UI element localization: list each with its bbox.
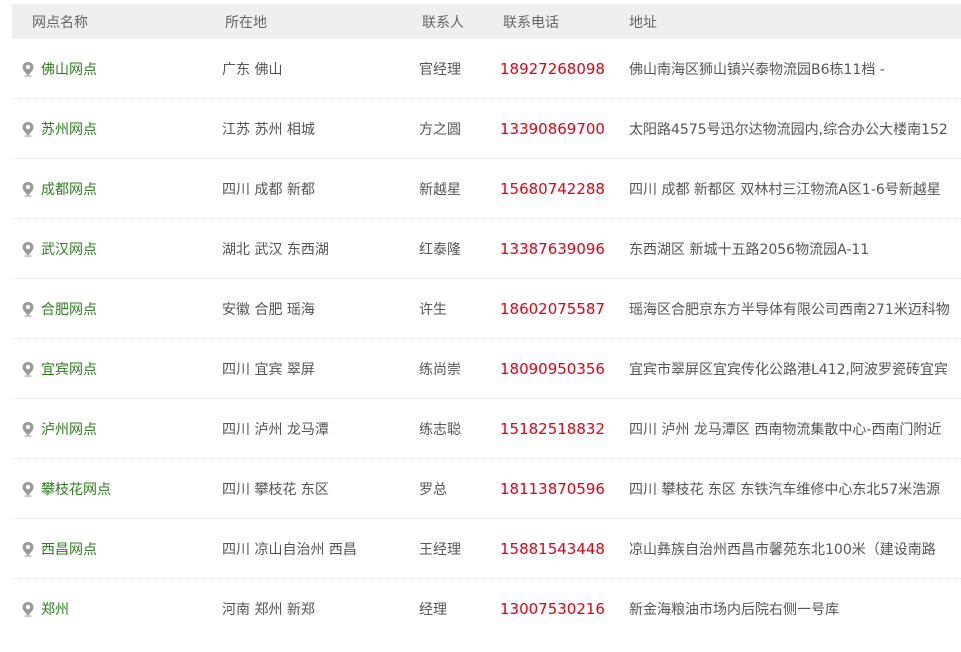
branch-name-cell: 成都网点 bbox=[21, 179, 211, 199]
address-cell: 东西湖区 新城十五路2056物流园A-11 bbox=[629, 241, 870, 258]
location-pin-icon bbox=[21, 241, 35, 257]
location-pin-icon bbox=[21, 601, 35, 617]
table-row: 武汉网点 湖北 武汉 东西湖 红泰隆 13387639096 东西湖区 新城十五路205… bbox=[12, 219, 961, 279]
header-location: 所在地 bbox=[225, 14, 267, 31]
header-branch-name: 网点名称 bbox=[32, 14, 88, 31]
location-cell: 河南 郑州 新郑 bbox=[222, 602, 315, 618]
branch-name-cell: 武汉网点 bbox=[21, 239, 211, 259]
table-row: 苏州网点 江苏 苏州 相城 方之圆 13390869700 太阳路4575号迅尔达物流园… bbox=[12, 99, 961, 159]
contact-cell: 官经理 bbox=[419, 61, 461, 78]
location-pin-icon bbox=[21, 421, 35, 437]
contact-cell: 王经理 bbox=[419, 541, 461, 558]
contact-cell: 红泰隆 bbox=[419, 241, 461, 258]
branch-name-cell: 西昌网点 bbox=[21, 539, 211, 559]
branch-name-link[interactable]: 武汉网点 bbox=[41, 239, 97, 259]
table-row: 宜宾网点 四川 宜宾 翠屏 练尚崇 18090950356 宜宾市翠屏区宜宾传化公路港L… bbox=[12, 339, 961, 399]
phone-cell: 18090950356 bbox=[500, 359, 605, 378]
location-pin-icon bbox=[21, 61, 35, 77]
table-body: 佛山网点 广东 佛山 官经理 18927268098 佛山南海区狮山镇兴泰物流园B6栋1… bbox=[12, 39, 961, 639]
branch-name-link[interactable]: 泸州网点 bbox=[41, 419, 97, 439]
location-cell: 江苏 苏州 相城 bbox=[222, 121, 315, 138]
contact-cell: 新越星 bbox=[419, 181, 461, 198]
table-row: 西昌网点 四川 凉山自治州 西昌 王经理 15881543448 凉山彝族自治州西昌市馨… bbox=[12, 519, 961, 579]
branch-name-link[interactable]: 成都网点 bbox=[41, 179, 97, 199]
address-cell: 四川 攀枝花 东区 东铁汽车维修中心东北57米浩源 bbox=[629, 481, 941, 498]
address-cell: 佛山南海区狮山镇兴泰物流园B6栋11档 - bbox=[629, 61, 885, 78]
table-row: 攀枝花网点 四川 攀枝花 东区 罗总 18113870596 四川 攀枝花 东区 东铁汽… bbox=[12, 459, 961, 519]
table-header: 网点名称 所在地 联系人 联系电话 地址 bbox=[12, 4, 961, 39]
location-cell: 四川 成都 新都 bbox=[222, 181, 315, 198]
branch-name-link[interactable]: 合肥网点 bbox=[41, 299, 97, 319]
location-cell: 四川 宜宾 翠屏 bbox=[222, 361, 315, 378]
header-address: 地址 bbox=[629, 14, 657, 31]
branch-name-cell: 合肥网点 bbox=[21, 299, 211, 319]
contact-cell: 练尚崇 bbox=[419, 361, 461, 378]
branch-name-link[interactable]: 佛山网点 bbox=[41, 59, 97, 79]
phone-cell: 13390869700 bbox=[500, 119, 605, 138]
phone-cell: 15881543448 bbox=[500, 539, 605, 558]
phone-cell: 18602075587 bbox=[500, 299, 605, 318]
location-pin-icon bbox=[21, 541, 35, 557]
location-cell: 安徽 合肥 瑶海 bbox=[222, 301, 315, 318]
location-cell: 湖北 武汉 东西湖 bbox=[222, 241, 329, 258]
phone-cell: 13007530216 bbox=[500, 600, 605, 618]
table-row: 成都网点 四川 成都 新都 新越星 15680742288 四川 成都 新都区 双林村三… bbox=[12, 159, 961, 219]
address-cell: 凉山彝族自治州西昌市馨苑东北100米（建设南路 bbox=[629, 541, 936, 558]
address-cell: 瑶海区合肥京东方半导体有限公司西南271米迈科物 bbox=[629, 301, 950, 318]
branch-name-cell: 泸州网点 bbox=[21, 419, 211, 439]
address-cell: 宜宾市翠屏区宜宾传化公路港L412,阿波罗瓷砖宜宾 bbox=[629, 361, 948, 378]
table-row: 泸州网点 四川 泸州 龙马潭 练志聪 15182518832 四川 泸州 龙马潭区 西南… bbox=[12, 399, 961, 459]
contact-cell: 练志聪 bbox=[419, 421, 461, 438]
header-contact: 联系人 bbox=[422, 14, 464, 31]
branch-name-cell: 郑州 bbox=[21, 599, 211, 619]
branch-name-link[interactable]: 攀枝花网点 bbox=[41, 479, 111, 499]
location-cell: 四川 泸州 龙马潭 bbox=[222, 421, 329, 438]
branch-name-cell: 攀枝花网点 bbox=[21, 479, 211, 499]
location-pin-icon bbox=[21, 361, 35, 377]
address-cell: 新金海粮油市场内后院右侧一号库 bbox=[629, 602, 839, 618]
phone-cell: 18927268098 bbox=[500, 59, 605, 78]
branch-name-link[interactable]: 西昌网点 bbox=[41, 539, 97, 559]
branch-name-link[interactable]: 郑州 bbox=[41, 599, 69, 619]
table-row: 郑州 河南 郑州 新郑 经理 13007530216 新金海粮油市场内后院右侧一号库 bbox=[12, 579, 961, 639]
contact-cell: 方之圆 bbox=[419, 121, 461, 138]
branch-name-cell: 苏州网点 bbox=[21, 119, 211, 139]
table-row: 佛山网点 广东 佛山 官经理 18927268098 佛山南海区狮山镇兴泰物流园B6栋1… bbox=[12, 39, 961, 99]
location-pin-icon bbox=[21, 481, 35, 497]
location-pin-icon bbox=[21, 121, 35, 137]
phone-cell: 15182518832 bbox=[500, 419, 605, 438]
phone-cell: 15680742288 bbox=[500, 179, 605, 198]
contact-cell: 许生 bbox=[419, 301, 447, 318]
contact-cell: 经理 bbox=[419, 602, 447, 618]
header-phone: 联系电话 bbox=[503, 14, 559, 31]
address-cell: 四川 泸州 龙马潭区 西南物流集散中心-西南门附近 bbox=[629, 421, 942, 438]
phone-cell: 18113870596 bbox=[500, 479, 605, 498]
location-pin-icon bbox=[21, 301, 35, 317]
contact-cell: 罗总 bbox=[419, 481, 447, 498]
address-cell: 太阳路4575号迅尔达物流园内,综合办公大楼南152 bbox=[629, 121, 948, 138]
branch-table: 网点名称 所在地 联系人 联系电话 地址 佛山网点 广东 佛山 官经理 1892726… bbox=[12, 4, 961, 639]
branch-name-cell: 佛山网点 bbox=[21, 59, 211, 79]
table-row: 合肥网点 安徽 合肥 瑶海 许生 18602075587 瑶海区合肥京东方半导体有限公司… bbox=[12, 279, 961, 339]
location-cell: 广东 佛山 bbox=[222, 61, 283, 78]
branch-name-cell: 宜宾网点 bbox=[21, 359, 211, 379]
address-cell: 四川 成都 新都区 双林村三江物流A区1-6号新越星 bbox=[629, 181, 941, 198]
location-cell: 四川 攀枝花 东区 bbox=[222, 481, 329, 498]
location-cell: 四川 凉山自治州 西昌 bbox=[222, 541, 357, 558]
branch-name-link[interactable]: 宜宾网点 bbox=[41, 359, 97, 379]
branch-name-link[interactable]: 苏州网点 bbox=[41, 119, 97, 139]
location-pin-icon bbox=[21, 181, 35, 197]
phone-cell: 13387639096 bbox=[500, 239, 605, 258]
